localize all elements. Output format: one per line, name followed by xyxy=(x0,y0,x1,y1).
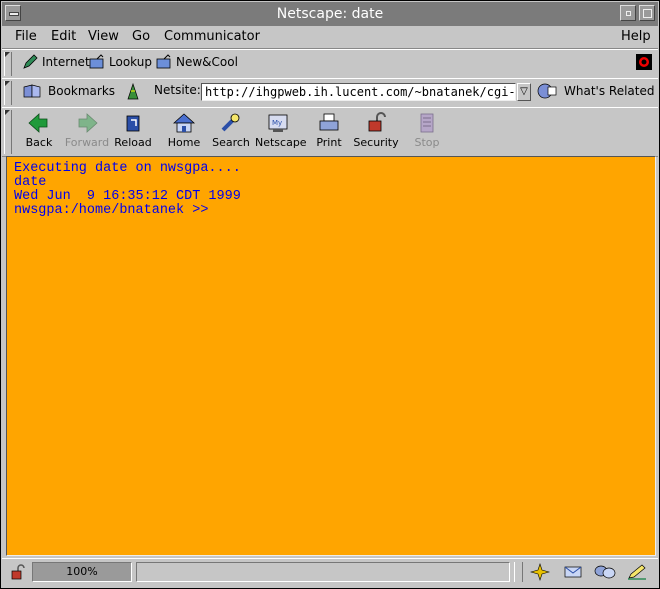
navigation-toolbar: Back Forward Reload Home Search My Netsc… xyxy=(2,107,658,157)
search-label: Search xyxy=(212,136,250,149)
security-label: Security xyxy=(353,136,399,149)
bookmarks-button[interactable]: Bookmarks xyxy=(22,83,115,99)
lookup-label: Lookup xyxy=(109,55,152,69)
menu-view[interactable]: View xyxy=(88,29,119,44)
newcool-button[interactable]: New&Cool xyxy=(156,54,238,70)
security-lock-icon[interactable] xyxy=(10,564,26,580)
my-netscape-icon: My xyxy=(268,114,288,132)
back-arrow-icon xyxy=(28,113,48,133)
menu-bar: File Edit View Go Communicator Help xyxy=(2,26,658,49)
location-input[interactable]: http://ihgpweb.ih.lucent.com/~bnatanek/c… xyxy=(201,83,516,101)
maximize-button[interactable] xyxy=(639,5,655,21)
bookmarks-label: Bookmarks xyxy=(48,84,116,98)
internet-button[interactable]: Internet xyxy=(22,54,90,70)
whats-related-label: What's Related xyxy=(564,84,655,98)
status-bar: 100% xyxy=(2,558,658,588)
folder-icon xyxy=(156,54,171,69)
netscape-button[interactable]: My Netscape xyxy=(255,110,307,154)
composer-icon[interactable] xyxy=(626,563,648,581)
output-line: Executing date on nwsgpa.... xyxy=(14,161,241,176)
whats-related-button[interactable]: What's Related xyxy=(536,83,654,99)
output-line: Wed Jun 9 16:35:12 CDT 1999 xyxy=(14,189,241,204)
menu-go[interactable]: Go xyxy=(132,29,150,44)
progress-indicator: 100% xyxy=(32,562,132,582)
netsite-label: Netsite: xyxy=(154,83,201,97)
folder-icon xyxy=(89,54,104,69)
security-button[interactable]: Security xyxy=(353,110,399,154)
page-proxy-icon[interactable] xyxy=(125,83,141,101)
printer-icon xyxy=(319,113,339,131)
svg-text:My: My xyxy=(272,119,282,127)
home-label: Home xyxy=(167,136,201,149)
search-button[interactable]: Search xyxy=(208,110,254,154)
component-bar-grip[interactable] xyxy=(514,562,523,582)
bookmarks-icon xyxy=(23,84,41,98)
page-content[interactable]: Executing date on nwsgpa.... date Wed Ju… xyxy=(6,156,656,556)
location-toolbar: Bookmarks Netsite: http://ihgpweb.ih.luc… xyxy=(2,78,658,108)
netscape-logo-icon xyxy=(636,54,652,70)
back-button[interactable]: Back xyxy=(16,110,62,154)
lookup-button[interactable]: Lookup xyxy=(89,54,152,70)
internet-label: Internet xyxy=(42,55,90,69)
forward-arrow-icon xyxy=(78,113,98,133)
forward-label: Forward xyxy=(64,136,110,149)
stop-label: Stop xyxy=(414,136,440,149)
home-button[interactable]: Home xyxy=(161,110,207,154)
title-bar[interactable]: Netscape: date xyxy=(2,2,658,27)
status-message xyxy=(136,562,510,582)
toolbar-grip[interactable] xyxy=(4,81,12,105)
reload-label: Reload xyxy=(114,136,152,149)
menu-communicator[interactable]: Communicator xyxy=(164,29,260,44)
newcool-label: New&Cool xyxy=(176,55,238,69)
pencil-icon xyxy=(23,54,38,69)
output-line: date xyxy=(14,175,47,190)
forward-button[interactable]: Forward xyxy=(64,110,110,154)
url-dropdown-button[interactable]: ▽ xyxy=(517,83,531,101)
search-icon xyxy=(221,113,240,132)
menu-help[interactable]: Help xyxy=(621,29,651,44)
home-icon xyxy=(172,113,196,133)
menu-file[interactable]: File xyxy=(15,29,37,44)
stop-button[interactable]: Stop xyxy=(404,110,450,154)
menu-edit[interactable]: Edit xyxy=(51,29,76,44)
browser-window: Netscape: date File Edit View Go Communi… xyxy=(0,0,660,589)
window-title: Netscape: date xyxy=(276,6,384,22)
page-text: Executing date on nwsgpa.... date Wed Ju… xyxy=(7,157,655,223)
print-label: Print xyxy=(316,136,342,149)
personal-toolbar: Internet Lookup New&Cool xyxy=(2,49,658,79)
mail-icon[interactable] xyxy=(563,563,583,581)
discussion-icon[interactable] xyxy=(594,563,616,581)
minimize-button[interactable] xyxy=(620,5,636,21)
reload-button[interactable]: Reload xyxy=(110,110,156,154)
toolbar-grip[interactable] xyxy=(4,110,12,154)
print-button[interactable]: Print xyxy=(306,110,352,154)
netscape-label: Netscape xyxy=(255,136,307,149)
output-line: nwsgpa:/home/bnatanek >> xyxy=(14,203,209,218)
navigator-icon[interactable] xyxy=(530,563,550,581)
lock-icon xyxy=(368,112,386,132)
back-label: Back xyxy=(25,136,53,149)
whats-related-icon xyxy=(537,83,557,99)
stop-icon xyxy=(420,113,434,133)
reload-icon xyxy=(126,115,140,132)
toolbar-grip[interactable] xyxy=(4,52,12,76)
